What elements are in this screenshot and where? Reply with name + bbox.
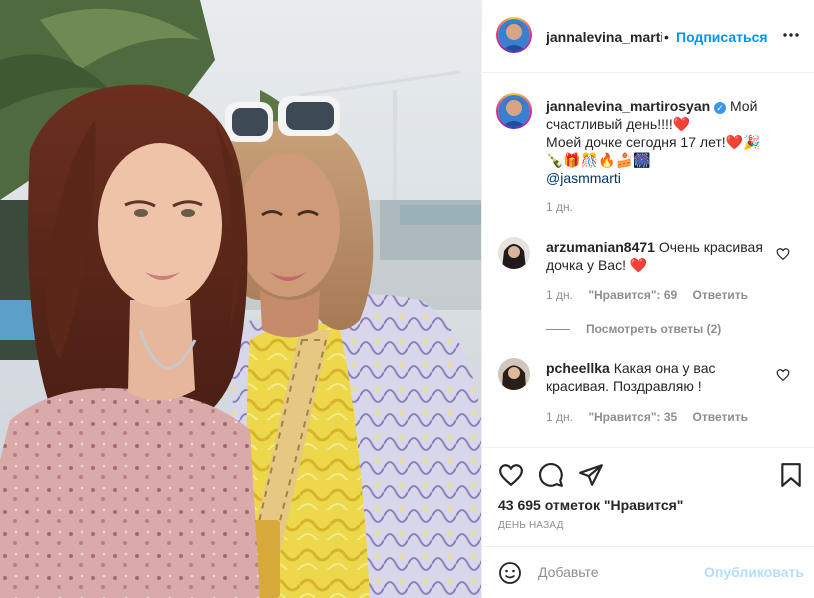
caption-text: jannalevina_martirosyan ✓ Мой счастливый… bbox=[546, 97, 796, 187]
post-photo[interactable] bbox=[0, 0, 481, 598]
comment-meta: 1 дн. "Нравится": 35 Ответить bbox=[546, 410, 760, 424]
post-sidebar: jannalevina_martirosyan • Подписаться bbox=[481, 0, 814, 598]
comment-username[interactable]: pcheellka bbox=[546, 360, 610, 376]
reply-button[interactable]: Ответить bbox=[693, 410, 748, 424]
comment-input[interactable] bbox=[538, 561, 698, 583]
reply-button[interactable]: Ответить bbox=[693, 288, 748, 302]
caption-mention-link[interactable]: @jasmmarti bbox=[546, 170, 621, 186]
caption-emojis-2: ❤️🎉 bbox=[725, 134, 761, 150]
author-avatar[interactable] bbox=[496, 17, 532, 53]
comment-username[interactable]: arzumanian8471 bbox=[546, 239, 655, 255]
comment-time[interactable]: 1 дн. bbox=[546, 410, 573, 424]
comment-likes[interactable]: "Нравится": 35 bbox=[588, 410, 677, 424]
author-username[interactable]: jannalevina_martirosyan bbox=[546, 29, 662, 45]
comment-bubble-icon[interactable] bbox=[538, 462, 564, 488]
bookmark-icon[interactable] bbox=[778, 462, 804, 488]
caption-timestamp[interactable]: 1 дн. bbox=[546, 200, 573, 214]
replies-divider bbox=[546, 329, 570, 331]
view-replies-label: Посмотреть ответы (2) bbox=[586, 322, 722, 336]
view-replies-button[interactable]: Посмотреть ответы (2) bbox=[546, 322, 721, 336]
comment-emoji: ❤️ bbox=[629, 257, 648, 273]
comment-meta: 1 дн. "Нравится": 69 Ответить bbox=[546, 288, 760, 302]
post-header: jannalevina_martirosyan • Подписаться bbox=[482, 0, 814, 73]
likes-count[interactable]: 43 695 отметок "Нравится" bbox=[498, 497, 683, 513]
comment-likes[interactable]: "Нравится": 69 bbox=[588, 288, 677, 302]
comment-text: arzumanian8471 Очень красивая дочка у Ва… bbox=[546, 238, 771, 274]
photo-selfie-mother-daughter bbox=[0, 0, 481, 598]
publish-button[interactable]: Опубликовать bbox=[704, 564, 804, 580]
header-separator: • bbox=[664, 29, 669, 45]
more-dots-icon bbox=[783, 33, 799, 37]
comment-heart-icon[interactable] bbox=[776, 368, 790, 382]
commenter-avatar-photo bbox=[498, 237, 530, 269]
commenter-avatar-photo bbox=[498, 358, 530, 390]
caption-username[interactable]: jannalevina_martirosyan bbox=[546, 98, 710, 114]
smiley-icon[interactable] bbox=[498, 561, 522, 585]
heart-icon[interactable] bbox=[498, 462, 524, 488]
commenter-avatar[interactable] bbox=[498, 237, 530, 269]
post-actions bbox=[482, 447, 814, 503]
caption-line-2: Моей дочке сегодня 17 лет! bbox=[546, 134, 726, 150]
instagram-post: jannalevina_martirosyan • Подписаться bbox=[0, 0, 814, 598]
caption-avatar-photo bbox=[498, 95, 530, 127]
comment-heart-icon[interactable] bbox=[776, 247, 790, 261]
commenter-avatar[interactable] bbox=[498, 358, 530, 390]
verified-badge-icon: ✓ bbox=[714, 102, 727, 114]
caption-emojis-3: 🍾🎁🎊🔥🍰🎆 bbox=[546, 152, 651, 168]
caption-heart-emoji: ❤️ bbox=[672, 116, 691, 132]
comment-text: pcheellka Какая она у вас красивая. Позд… bbox=[546, 359, 771, 395]
comment-time[interactable]: 1 дн. bbox=[546, 288, 573, 302]
caption-author-avatar[interactable] bbox=[496, 93, 532, 129]
share-paper-plane-icon[interactable] bbox=[578, 462, 604, 488]
author-avatar-photo bbox=[498, 19, 530, 51]
post-date[interactable]: ДЕНЬ НАЗАД bbox=[498, 520, 564, 531]
more-options-button[interactable] bbox=[782, 26, 800, 47]
add-comment-bar: Опубликовать bbox=[482, 546, 814, 598]
follow-button[interactable]: Подписаться bbox=[676, 29, 768, 45]
